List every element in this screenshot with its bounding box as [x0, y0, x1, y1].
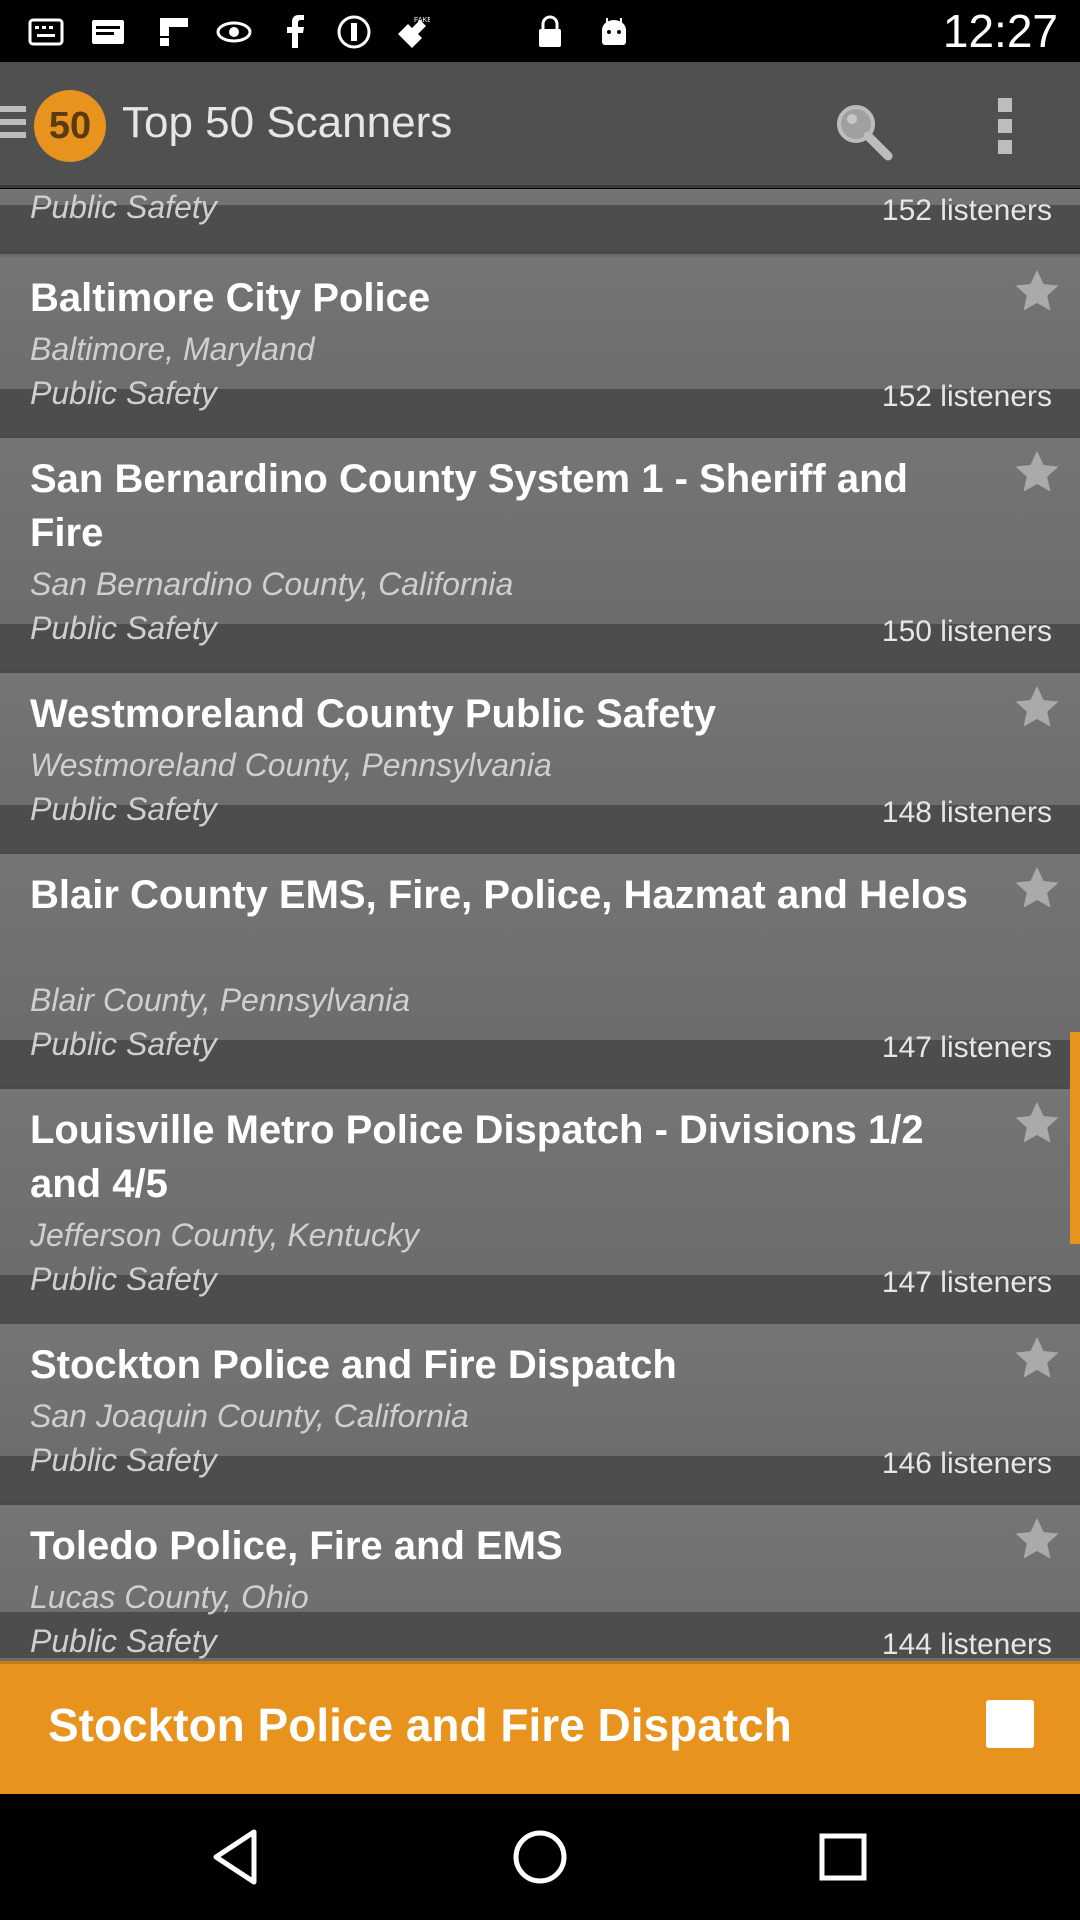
app-bar: 50 Top 50 Scanners	[0, 62, 1080, 188]
scanner-location: Jefferson County, Kentucky	[30, 1217, 419, 1253]
list-item[interactable]: Louisville Metro Police Dispatch - Divis…	[0, 1089, 1080, 1324]
recents-icon[interactable]	[808, 1822, 878, 1892]
overflow-menu-icon[interactable]	[982, 96, 1030, 156]
favorite-star-icon[interactable]	[1012, 1334, 1062, 1384]
stop-button[interactable]	[986, 1700, 1034, 1748]
genre-label: Public Safety	[30, 1623, 217, 1659]
circle-p-icon	[337, 15, 371, 49]
list-item[interactable]: San Bernardino County System 1 - Sheriff…	[0, 438, 1080, 673]
scanner-name: Blair County EMS, Fire, Police, Hazmat a…	[30, 873, 968, 917]
list-item[interactable]: Baltimore City Police Baltimore, Marylan…	[0, 257, 1080, 438]
scanner-name: Louisville Metro Police Dispatch - Divis…	[30, 1108, 924, 1206]
scanner-location: San Joaquin County, California	[30, 1398, 469, 1434]
favorite-star-icon[interactable]	[1012, 448, 1062, 498]
scanner-location: Baltimore, Maryland	[30, 331, 315, 367]
genre-label: Public Safety	[30, 375, 217, 411]
listener-count: 152 listeners	[881, 194, 1052, 227]
scanner-location: San Bernardino County, California	[30, 566, 514, 602]
favorite-star-icon[interactable]	[1012, 267, 1062, 317]
listener-count: 146 listeners	[881, 1447, 1052, 1480]
scanner-location: Blair County, Pennsylvania	[30, 982, 411, 1018]
search-icon[interactable]	[830, 98, 896, 164]
back-icon[interactable]	[202, 1822, 272, 1892]
system-nav-bar	[0, 1794, 1080, 1920]
hamburger-menu-icon[interactable]	[0, 106, 26, 142]
list-item[interactable]: Public Safety 152 listeners	[0, 189, 1080, 254]
app-logo[interactable]: 50	[34, 90, 106, 162]
list-item[interactable]: Stockton Police and Fire Dispatch San Jo…	[0, 1324, 1080, 1505]
listener-count: 147 listeners	[881, 1266, 1052, 1299]
scanner-location: Westmoreland County, Pennsylvania	[30, 747, 552, 783]
android-icon	[602, 18, 626, 45]
page-title: Top 50 Scanners	[122, 98, 453, 147]
scrollbar[interactable]	[1070, 1032, 1080, 1244]
lock-icon	[539, 15, 561, 47]
scanner-name: San Bernardino County System 1 - Sheriff…	[30, 457, 908, 555]
listener-count: 144 listeners	[881, 1628, 1052, 1661]
genre-label: Public Safety	[30, 791, 217, 827]
list-item[interactable]: Toledo Police, Fire and EMS Lucas County…	[0, 1505, 1080, 1661]
home-icon[interactable]	[505, 1822, 575, 1892]
list-item[interactable]: Blair County EMS, Fire, Police, Hazmat a…	[0, 854, 1080, 1089]
now-playing-title: Stockton Police and Fire Dispatch	[48, 1699, 792, 1751]
genre-label: Public Safety	[30, 1442, 217, 1478]
svg-text:FAKE: FAKE	[414, 17, 430, 24]
listener-count: 152 listeners	[881, 380, 1052, 413]
flipboard-icon	[160, 18, 188, 46]
scanner-name: Toledo Police, Fire and EMS	[30, 1524, 563, 1568]
genre-label: Public Safety	[30, 610, 217, 646]
fake-gps-icon: FAKE	[398, 17, 430, 48]
favorite-star-icon[interactable]	[1012, 1515, 1062, 1565]
favorite-star-icon[interactable]	[1012, 1099, 1062, 1149]
scanner-location: Lucas County, Ohio	[30, 1579, 309, 1615]
genre-label: Public Safety	[30, 1261, 217, 1297]
listener-count: 147 listeners	[881, 1031, 1052, 1064]
listener-count: 148 listeners	[881, 796, 1052, 829]
favorite-star-icon[interactable]	[1012, 864, 1062, 914]
scanner-name: Westmoreland County Public Safety	[30, 692, 717, 736]
scanner-list[interactable]: Public Safety 152 listeners Baltimore Ci…	[0, 189, 1080, 1661]
status-bar: FAKE 12:27	[0, 0, 1080, 62]
scanner-name: Baltimore City Police	[30, 276, 431, 320]
keyboard-icon	[28, 18, 64, 46]
email-icon	[92, 20, 124, 44]
vpn-eye-icon	[216, 21, 252, 43]
scanner-name: Stockton Police and Fire Dispatch	[30, 1343, 677, 1387]
favorite-star-icon[interactable]	[1012, 683, 1062, 733]
list-item[interactable]: Westmoreland County Public Safety Westmo…	[0, 673, 1080, 854]
genre-label: Public Safety	[30, 1026, 217, 1062]
genre-label: Public Safety	[30, 189, 217, 225]
listener-count: 150 listeners	[881, 615, 1052, 648]
facebook-icon	[287, 15, 304, 48]
status-time: 12:27	[942, 5, 1058, 57]
now-playing-bar[interactable]: Stockton Police and Fire Dispatch	[0, 1661, 1080, 1794]
